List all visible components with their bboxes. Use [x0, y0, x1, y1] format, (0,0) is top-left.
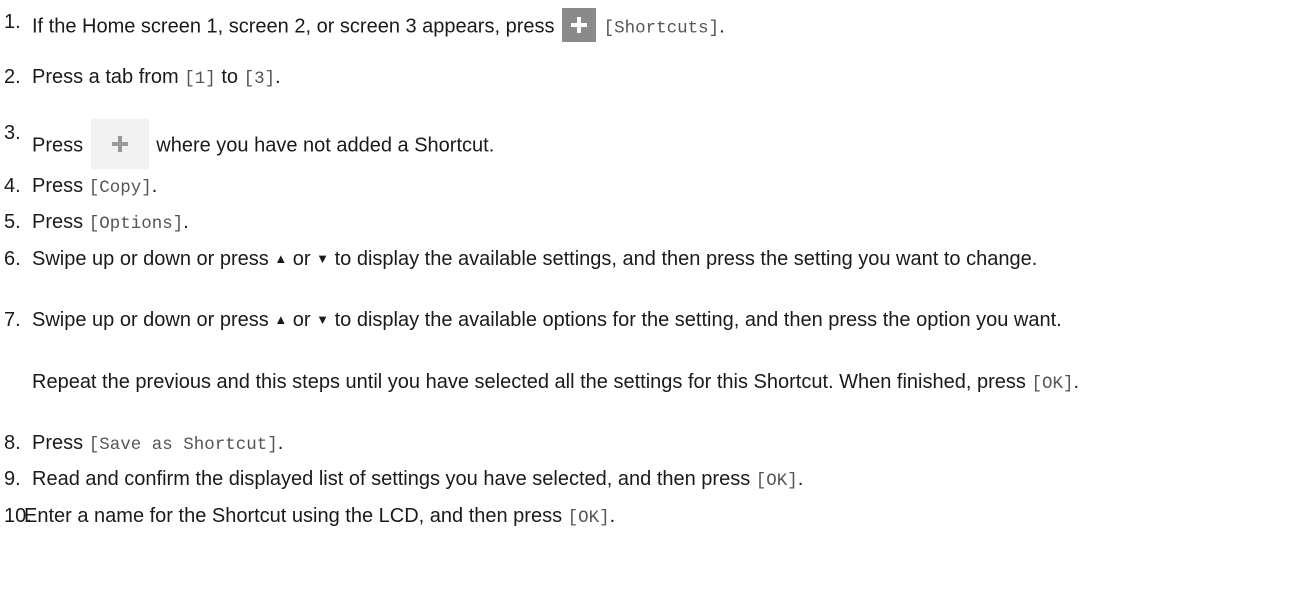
ui-label: [OK] — [1031, 374, 1074, 394]
step-text-part: Press — [32, 211, 84, 233]
step-text: Press [Copy]. — [32, 174, 1297, 201]
step-text-part: to display the available settings, and t… — [334, 248, 1038, 270]
step-text-part: . — [183, 211, 189, 233]
step-text: Enter a name for the Shortcut using the … — [24, 504, 1289, 531]
step-text-part: to — [221, 66, 239, 88]
up-arrow-icon: ▲ — [274, 251, 288, 266]
step-text: Swipe up or down or press ▲ or ▼ to disp… — [32, 308, 1297, 334]
step-text-part: Press — [32, 432, 84, 454]
ui-label: [Save as Shortcut] — [88, 435, 278, 455]
step-number: 8. — [4, 432, 21, 454]
step-number: 7. — [4, 309, 21, 331]
ui-label: [3] — [243, 69, 276, 89]
step-text-part: Press — [32, 175, 84, 197]
step-number: 9. — [4, 468, 21, 490]
step-text: Swipe up or down or press ▲ or ▼ to disp… — [32, 247, 1297, 273]
plus-icon — [90, 119, 149, 169]
step-text-part: Enter a name for the Shortcut using the … — [24, 505, 563, 527]
step-number: 1. — [4, 11, 21, 33]
step-text-part: Press — [32, 134, 84, 157]
plus-icon — [562, 8, 597, 42]
step-text-part: Swipe up or down or press — [32, 309, 269, 331]
note-text-part: . — [1073, 371, 1080, 393]
ui-label: [OK] — [567, 508, 610, 528]
step-text: Press where you have not added a Shortcu… — [32, 119, 1297, 171]
step-text: Press [Options]. — [32, 210, 1297, 237]
up-arrow-icon: ▲ — [274, 312, 288, 327]
step-text-part: If the Home screen 1, screen 2, or scree… — [32, 15, 555, 38]
step-7-note: Repeat the previous and this steps until… — [32, 370, 1297, 397]
step-text: Press [Save as Shortcut]. — [32, 431, 1297, 458]
step-text-part: . — [797, 468, 804, 490]
step-text-part: . — [609, 505, 616, 527]
ui-label: [Options] — [88, 214, 184, 234]
step-number: 5. — [4, 211, 21, 233]
ui-label: [1] — [184, 69, 216, 89]
ui-label: [OK] — [755, 471, 798, 491]
step-text-part: to display the available options for the… — [334, 309, 1062, 331]
down-arrow-icon: ▼ — [316, 312, 330, 327]
step-text-part: . — [151, 175, 158, 197]
ui-label: [Shortcuts] — [603, 18, 720, 39]
step-number: 3. — [4, 122, 21, 144]
step-number: 4. — [4, 175, 21, 197]
step-text-part: where you have not added a Shortcut. — [156, 134, 495, 157]
step-text-part: . — [275, 66, 281, 88]
step-text: Press a tab from [1] to [3]. — [32, 65, 1297, 92]
step-text-part: . — [277, 432, 284, 454]
step-number: 2. — [4, 66, 21, 88]
step-text-part: Read and confirm the displayed list of s… — [32, 468, 751, 490]
instruction-steps: 1. If the Home screen 1, screen 2, or sc… — [0, 0, 1313, 612]
step-text: Read and confirm the displayed list of s… — [32, 467, 1297, 494]
note-text-part: Repeat the previous and this steps until… — [32, 371, 1026, 393]
step-text-part: or — [292, 309, 311, 331]
step-text: If the Home screen 1, screen 2, or scree… — [32, 8, 1297, 44]
step-number: 6. — [4, 248, 21, 270]
step-text-part: or — [292, 248, 311, 270]
ui-label: [Copy] — [88, 178, 152, 198]
step-text-part: Press a tab from — [32, 66, 179, 88]
step-text-part: . — [719, 15, 725, 38]
step-text-part: Swipe up or down or press — [32, 248, 269, 270]
down-arrow-icon: ▼ — [316, 251, 330, 266]
